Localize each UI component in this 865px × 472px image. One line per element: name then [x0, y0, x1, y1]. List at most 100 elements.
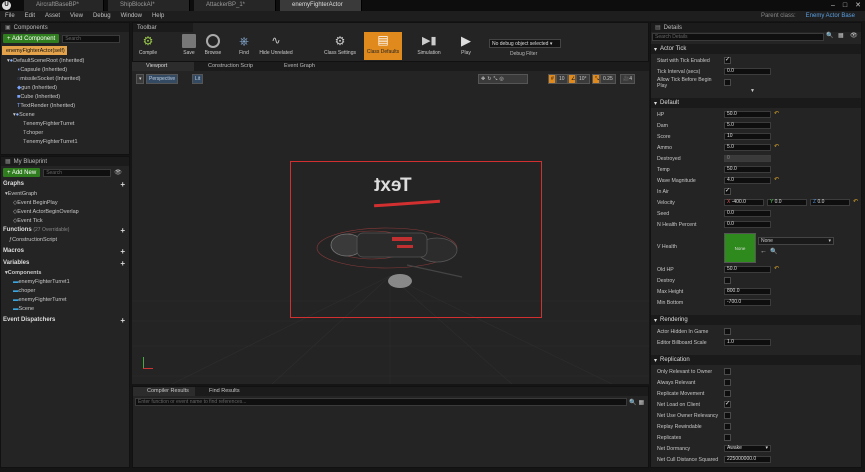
wave-magnitude-field[interactable]: 4.0 — [724, 177, 771, 184]
in-air-checkbox[interactable] — [724, 187, 731, 195]
component-item[interactable]: ◖ Capsule (Inherited) — [1, 65, 129, 74]
component-item[interactable]: T TextRender (Inherited) — [1, 101, 129, 110]
variable-item[interactable]: ▬ enemyFighterTurret — [1, 295, 129, 304]
max-height-field[interactable]: 800.0 — [724, 288, 771, 295]
component-item[interactable]: ◆ gun (Inherited) — [1, 83, 129, 92]
ammo-field[interactable]: 5.0 — [724, 144, 771, 151]
transform-tools[interactable]: ✥↻⤡◎ — [478, 74, 528, 84]
debug-object-select[interactable]: No debug object selected ▾ — [489, 39, 561, 48]
velocity-x-field[interactable]: X -400.0 — [724, 199, 764, 206]
actor-hidden-checkbox[interactable] — [724, 328, 731, 335]
component-item[interactable]: Tchoper — [1, 128, 129, 137]
tab-find-results[interactable]: Find Results — [195, 387, 257, 396]
destroy-checkbox[interactable] — [724, 277, 731, 284]
replay-rewindable-checkbox[interactable] — [724, 423, 731, 430]
class-settings-button[interactable]: ⚙ Class Settings — [322, 33, 358, 59]
search-icon[interactable]: 🔍 — [629, 399, 636, 406]
components-search-input[interactable]: Search — [62, 34, 121, 43]
tab-compiler-results[interactable]: Compiler Results — [133, 387, 195, 396]
component-item[interactable]: ▾ ● DefaultSceneRoot (Inherited) — [1, 56, 129, 65]
event-item[interactable]: ◇ Event BeginPlay — [1, 198, 129, 207]
rotation-snap-button[interactable]: ∠ — [568, 74, 576, 84]
details-search-input[interactable]: Search Details — [652, 33, 824, 41]
details-view-options-icon[interactable]: 👁 — [850, 32, 858, 39]
component-root[interactable]: enemyFighterActor(self) — [2, 46, 67, 55]
macros-category[interactable]: Macros + — [1, 246, 129, 256]
menu-view[interactable]: View — [65, 13, 88, 19]
variables-category[interactable]: Variables + — [1, 258, 129, 268]
old-hp-reset-icon[interactable]: ↶ — [774, 266, 779, 273]
tab-event-graph[interactable]: Event Graph — [270, 62, 332, 71]
menu-asset[interactable]: Asset — [40, 13, 65, 19]
menu-window[interactable]: Window — [116, 13, 147, 19]
add-graph-icon[interactable]: + — [120, 180, 125, 189]
use-selected-icon[interactable]: ← — [760, 248, 767, 255]
component-item[interactable]: TenemyFighterTurret — [1, 119, 129, 128]
viewport-options-button[interactable]: ▾ — [136, 74, 144, 84]
minimize-icon[interactable]: – — [831, 2, 835, 9]
tab-enemy-fighter[interactable]: enemyFighterActor — [280, 0, 362, 11]
event-item[interactable]: ◇ Event Tick — [1, 216, 129, 225]
billboard-scale-field[interactable]: 1.0 — [724, 339, 771, 346]
wave-magnitude-reset-icon[interactable]: ↶ — [774, 177, 779, 184]
event-dispatchers-category[interactable]: Event Dispatchers + — [1, 315, 129, 325]
compile-button[interactable]: ⚙ Compile — [134, 33, 162, 59]
start-with-tick-checkbox[interactable] — [724, 56, 731, 64]
destroyed-field[interactable]: 0 — [724, 155, 771, 162]
only-relevant-checkbox[interactable] — [724, 368, 731, 375]
lit-button[interactable]: Lit — [192, 74, 204, 84]
menu-debug[interactable]: Debug — [88, 13, 116, 19]
perspective-button[interactable]: Perspective — [146, 74, 179, 84]
graphs-category[interactable]: Graphs + — [1, 179, 129, 189]
add-component-button[interactable]: + Add Component — [3, 34, 60, 43]
menu-edit[interactable]: Edit — [20, 13, 40, 19]
component-item[interactable]: ◌ missileSocket (Inherited) — [1, 74, 129, 83]
find-options-icon[interactable]: ▦ — [638, 399, 644, 406]
menu-file[interactable]: File — [0, 13, 20, 19]
net-cull-field[interactable]: 225000000.0 — [724, 456, 771, 463]
add-variable-icon[interactable]: + — [120, 259, 125, 268]
play-button[interactable]: ▶ Play — [452, 33, 480, 59]
parent-class-link[interactable]: Enemy Actor Base — [801, 13, 865, 19]
default-section[interactable]: ▾ Default — [651, 98, 861, 108]
component-item[interactable]: ▾ ● Scene — [1, 110, 129, 119]
dam-field[interactable]: 5.0 — [724, 122, 771, 129]
components-var-group[interactable]: ▾ Components — [1, 268, 129, 277]
score-field[interactable]: 10 — [724, 133, 771, 140]
net-dormancy-select[interactable]: Awake ▾ — [724, 445, 771, 452]
browse-button[interactable]: Browse — [199, 33, 227, 59]
helicopter-model[interactable] — [312, 215, 472, 295]
eye-icon[interactable]: 👁 — [114, 169, 122, 176]
blueprint-search-input[interactable]: Search — [43, 168, 112, 177]
tab-attacker[interactable]: AttackerBP_1* — [194, 0, 276, 11]
velocity-reset-icon[interactable]: ↶ — [853, 199, 858, 206]
velocity-z-field[interactable]: Z 0.0 — [810, 199, 850, 206]
find-button[interactable]: ⎈ Find — [230, 33, 258, 59]
component-item[interactable]: ■ Cube (Inherited) — [1, 92, 129, 101]
property-matrix-icon[interactable]: ▦ — [838, 32, 844, 39]
variable-item[interactable]: ▬ enemyFighterTurret1 — [1, 277, 129, 286]
allow-tick-checkbox[interactable] — [724, 79, 731, 86]
add-macro-icon[interactable]: + — [120, 247, 125, 256]
ammo-reset-icon[interactable]: ↶ — [774, 144, 779, 151]
net-use-owner-relevancy-checkbox[interactable] — [724, 412, 731, 419]
add-new-button[interactable]: + Add New — [3, 168, 41, 177]
expand-advanced-icon[interactable]: ▼ — [750, 88, 755, 94]
camera-speed-button[interactable]: 🎥 4 — [620, 74, 636, 84]
hp-field[interactable]: 50.0 — [724, 111, 771, 118]
temp-field[interactable]: 50.0 — [724, 166, 771, 173]
variable-item[interactable]: ▬ Scene — [1, 304, 129, 313]
add-dispatcher-icon[interactable]: + — [120, 316, 125, 325]
tab-ship-block[interactable]: ShipBlockAI* — [108, 0, 190, 11]
tab-viewport[interactable]: Viewport — [132, 62, 194, 71]
old-hp-field[interactable]: 50.0 — [724, 266, 771, 273]
class-defaults-button[interactable]: ▤ Class Defaults — [364, 32, 402, 60]
hp-reset-icon[interactable]: ↶ — [774, 111, 779, 118]
vhealth-asset-select[interactable]: None ▾ — [758, 237, 834, 245]
velocity-y-field[interactable]: Y 0.0 — [767, 199, 807, 206]
scale-snap-value[interactable]: 0.25 — [600, 74, 616, 84]
replication-section[interactable]: ▾ Replication — [651, 355, 861, 365]
menu-help[interactable]: Help — [147, 13, 169, 19]
add-function-icon[interactable]: + — [120, 226, 125, 235]
tab-construction-script[interactable]: Construction Scrip — [194, 62, 270, 71]
